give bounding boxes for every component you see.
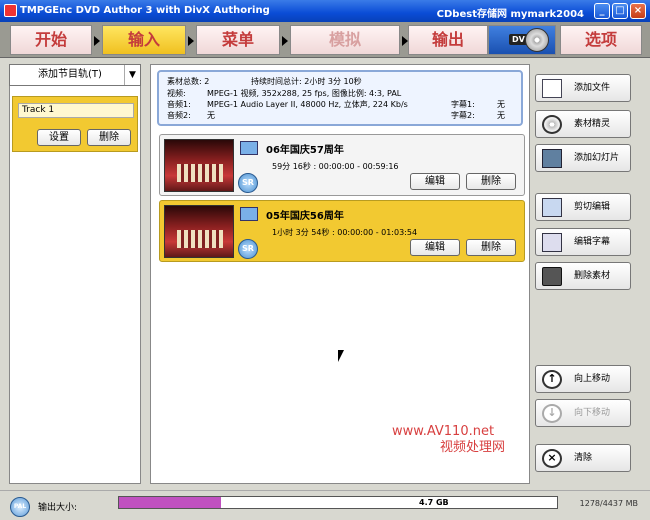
watermark-url: www.AV110.net: [392, 424, 495, 439]
mouse-cursor-icon: [338, 350, 348, 362]
arrow-right-icon: [188, 36, 194, 46]
audio2-value: 无: [207, 111, 215, 120]
clip-delete-button[interactable]: 删除: [466, 239, 516, 256]
clip-edit-button[interactable]: 编辑: [410, 173, 460, 190]
chevron-down-icon[interactable]: ▼: [124, 65, 140, 85]
disc-icon: [525, 28, 549, 52]
clip-count: 素材总数: 2: [167, 77, 210, 86]
move-down-button[interactable]: ↓ 向下移动: [535, 399, 631, 427]
tab-menu[interactable]: 菜单: [196, 25, 280, 55]
subtitle2-key: 字幕2:: [451, 111, 475, 120]
video-value: MPEG-1 视频, 352x288, 25 fps, 图像比例: 4:3, P…: [207, 89, 402, 98]
clip-delete-button[interactable]: 删除: [466, 173, 516, 190]
add-track-dropdown[interactable]: 添加节目轨(T) ▼: [9, 64, 141, 86]
subtitle2-value: 无: [497, 111, 505, 120]
sr-badge-icon: SR: [238, 173, 258, 193]
track-delete-button[interactable]: 删除: [87, 129, 131, 146]
subtitle1-key: 字幕1:: [451, 100, 475, 109]
slideshow-icon: [542, 149, 562, 168]
tab-preview[interactable]: 模拟: [290, 25, 400, 55]
video-key: 视频:: [167, 89, 186, 98]
tab-options[interactable]: 选项: [560, 25, 642, 55]
tab-output[interactable]: 输出: [408, 25, 488, 55]
title-bar: TMPGEnc DVD Author 3 with DivX Authoring…: [0, 0, 650, 22]
dvd-logo: DVD: [488, 25, 556, 55]
arrow-up-icon: ↑: [542, 370, 562, 389]
clip-title: 05年国庆56周年: [266, 211, 344, 222]
subtitle-edit-icon: [542, 233, 562, 252]
move-up-button[interactable]: ↑ 向上移动: [535, 365, 631, 393]
pal-icon: PAL: [10, 497, 30, 517]
watermark: www.AV110.net 视频处理网: [392, 424, 505, 456]
output-size-bar: 4.7 GB: [118, 496, 558, 509]
clear-x-icon: ×: [542, 449, 562, 468]
audio1-value: MPEG-1 Audio Layer II, 48000 Hz, 立体声, 22…: [207, 100, 408, 109]
clip-thumbnail: [164, 139, 234, 192]
edit-subtitle-button[interactable]: 编辑字幕: [535, 228, 631, 256]
output-size-label: 输出大小:: [38, 503, 78, 513]
size-readout: 1278/4437 MB: [579, 499, 638, 508]
app-icon: [4, 4, 17, 17]
minimize-button[interactable]: _: [594, 3, 610, 19]
arrow-right-icon: [94, 36, 100, 46]
add-track-label: 添加节目轨(T): [38, 69, 102, 80]
add-file-icon: [542, 79, 562, 98]
clip-wizard-button[interactable]: 素材精灵: [535, 110, 631, 138]
cut-edit-icon: [542, 198, 562, 217]
tab-start[interactable]: 开始: [10, 25, 92, 55]
arrow-right-icon: [282, 36, 288, 46]
tab-input[interactable]: 输入: [102, 25, 186, 55]
clip-edit-button[interactable]: 编辑: [410, 239, 460, 256]
cut-edit-button[interactable]: 剪切编辑: [535, 193, 631, 221]
clip-list-panel: [150, 64, 530, 484]
add-file-button[interactable]: 添加文件: [535, 74, 631, 102]
close-button[interactable]: ×: [630, 3, 646, 19]
film-icon: [240, 141, 258, 155]
window-right-title: CDbest存储网 mymark2004: [436, 9, 584, 20]
sr-badge-icon: SR: [238, 239, 258, 259]
total-duration: 持续时间总计: 2小时 3分 10秒: [251, 77, 362, 86]
clip-item-selected[interactable]: SR 05年国庆56周年 1小时 3分 54秒 : 00:00:00 - 01:…: [159, 200, 525, 262]
window-title: TMPGEnc DVD Author 3 with DivX Authoring: [20, 5, 270, 16]
audio2-key: 音频2:: [167, 111, 191, 120]
output-size-fill: [119, 497, 222, 508]
arrow-down-icon: ↓: [542, 404, 562, 423]
audio1-key: 音频1:: [167, 100, 191, 109]
track-name-field[interactable]: Track 1: [18, 103, 134, 118]
track-card[interactable]: Track 1 设置 删除: [12, 96, 138, 152]
status-bar: PAL 输出大小: 4.7 GB 1278/4437 MB: [0, 490, 650, 520]
trash-icon: [542, 267, 562, 286]
clip-title: 06年国庆57周年: [266, 145, 344, 156]
clip-duration: 1小时 3分 54秒 : 00:00:00 - 01:03:54: [272, 228, 418, 237]
track-settings-button[interactable]: 设置: [37, 129, 81, 146]
capacity-label: 4.7 GB: [419, 498, 449, 507]
wizard-disc-icon: [542, 115, 562, 134]
clip-item[interactable]: SR 06年国庆57周年 59分 16秒 : 00:00:00 - 00:59:…: [159, 134, 525, 196]
film-icon: [240, 207, 258, 221]
clip-thumbnail: [164, 205, 234, 258]
clip-info-box: 素材总数: 2 持续时间总计: 2小时 3分 10秒 视频: MPEG-1 视频…: [157, 70, 523, 126]
subtitle1-value: 无: [497, 100, 505, 109]
clear-button[interactable]: × 清除: [535, 444, 631, 472]
nav-bar: 开始 输入 菜单 模拟 输出 DVD 选项: [0, 22, 650, 58]
watermark-text: 视频处理网: [440, 440, 506, 455]
clip-duration: 59分 16秒 : 00:00:00 - 00:59:16: [272, 162, 399, 171]
add-slideshow-button[interactable]: 添加幻灯片: [535, 144, 631, 172]
maximize-button[interactable]: □: [612, 3, 628, 19]
delete-clip-button[interactable]: 删除素材: [535, 262, 631, 290]
